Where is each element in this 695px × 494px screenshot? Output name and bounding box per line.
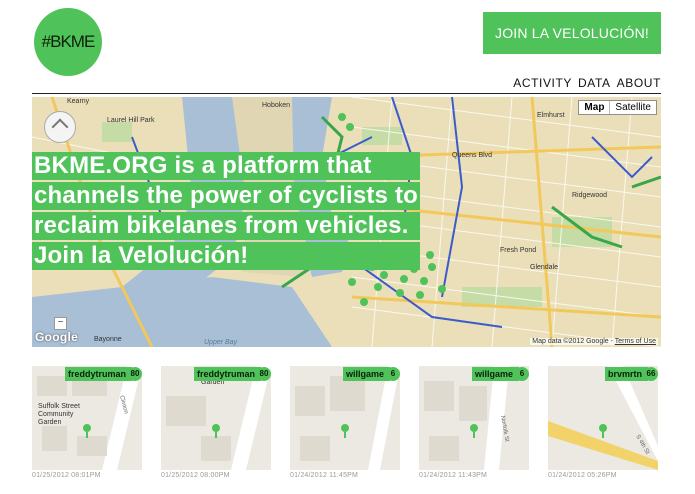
terms-link[interactable]: Terms of Use — [615, 338, 656, 345]
svg-text:Laurel Hill Park: Laurel Hill Park — [107, 117, 155, 124]
main-nav: ACTIVITY DATA ABOUT — [513, 76, 661, 90]
header-divider — [32, 93, 661, 94]
card-user-tag: freddytruman 80 — [64, 367, 142, 381]
card-map-thumbnail[interactable]: S 4th St brvmrtn 66 — [548, 366, 658, 470]
card-count-badge: 6 — [515, 367, 529, 381]
report-card[interactable]: willgame 6 01/24/2012 11:45PM — [290, 366, 400, 479]
card-timestamp: 01/24/2012 11:43PM — [419, 472, 488, 479]
card-count-badge: 66 — [644, 367, 658, 381]
card-timestamp: 01/25/2012 08:00PM — [161, 472, 230, 479]
hero-line: BKME.ORG is a platform that — [32, 152, 421, 180]
card-count-badge: 80 — [128, 367, 142, 381]
svg-text:Elmhurst: Elmhurst — [537, 112, 565, 119]
logo[interactable]: #BKME — [34, 8, 102, 76]
svg-text:Bayonne: Bayonne — [94, 336, 122, 343]
nav-about[interactable]: ABOUT — [617, 76, 661, 90]
hero-line: Join la Velolución! — [32, 242, 421, 270]
card-count-badge: 6 — [386, 367, 400, 381]
card-count-badge: 80 — [257, 367, 271, 381]
report-card[interactable]: Suffolk Street Community Garden Clinton … — [32, 366, 142, 479]
map-type-satellite[interactable]: Satellite — [610, 101, 656, 114]
report-cards: Suffolk Street Community Garden Clinton … — [32, 366, 661, 494]
svg-text:Garden: Garden — [38, 419, 61, 426]
map-type-map[interactable]: Map — [579, 101, 611, 114]
card-username[interactable]: brvmrtn — [604, 367, 648, 381]
map-label: Kearny — [67, 98, 90, 105]
svg-text:Ridgewood: Ridgewood — [572, 192, 607, 199]
card-user-tag: willgame 6 — [342, 367, 400, 381]
logo-text: #BKME — [41, 32, 96, 51]
card-timestamp: 01/24/2012 05:26PM — [548, 472, 617, 479]
zoom-out-button[interactable]: − — [54, 317, 67, 330]
hero-line: reclaim bikelanes from vehicles. — [32, 212, 421, 240]
hero-line: channels the power of cyclists to — [32, 182, 421, 210]
card-map-thumbnail[interactable]: Norfolk St willgame 6 — [419, 366, 529, 470]
card-username[interactable]: freddytruman — [64, 367, 132, 381]
card-username[interactable]: willgame — [342, 367, 390, 381]
card-timestamp: 01/25/2012 08:01PM — [32, 472, 101, 479]
card-user-tag: willgame 6 — [471, 367, 529, 381]
report-card[interactable]: S 4th St brvmrtn 66 01/24/2012 05:26PM — [548, 366, 658, 479]
svg-text:Suffolk Street: Suffolk Street — [38, 403, 80, 410]
map-type-control: Map Satellite — [578, 100, 657, 115]
hero-text: BKME.ORG is a platform that channels the… — [32, 152, 421, 272]
card-user-tag: freddytruman 80 — [193, 367, 271, 381]
card-map-thumbnail[interactable]: Suffolk Street Community Garden Clinton … — [32, 366, 142, 470]
svg-text:Queens Blvd: Queens Blvd — [452, 152, 492, 159]
report-card[interactable]: Garden freddytruman 80 01/25/2012 08:00P… — [161, 366, 271, 479]
card-timestamp: 01/24/2012 11:45PM — [290, 472, 359, 479]
map[interactable]: Kearny Laurel Hill Park Hoboken Elmhurst… — [32, 97, 661, 347]
svg-text:Hoboken: Hoboken — [262, 102, 290, 109]
svg-text:Glendale: Glendale — [530, 264, 558, 271]
report-card[interactable]: Norfolk St willgame 6 01/24/2012 11:43PM — [419, 366, 529, 479]
card-username[interactable]: willgame — [471, 367, 519, 381]
card-user-tag: brvmrtn 66 — [604, 367, 658, 381]
nav-data[interactable]: DATA — [578, 76, 611, 90]
svg-text:Community: Community — [38, 411, 74, 418]
svg-text:Fresh Pond: Fresh Pond — [500, 247, 536, 254]
pan-control[interactable] — [44, 111, 76, 143]
card-map-thumbnail[interactable]: willgame 6 — [290, 366, 400, 470]
google-logo: Google — [35, 330, 79, 344]
map-attribution: Map data ©2012 Google - Terms of Use — [530, 338, 658, 345]
card-map-thumbnail[interactable]: Garden freddytruman 80 — [161, 366, 271, 470]
svg-text:Upper Bay: Upper Bay — [204, 339, 238, 346]
join-button[interactable]: JOIN LA VELOLUCIÓN! — [483, 12, 661, 54]
card-username[interactable]: freddytruman — [193, 367, 261, 381]
nav-activity[interactable]: ACTIVITY — [513, 76, 572, 90]
